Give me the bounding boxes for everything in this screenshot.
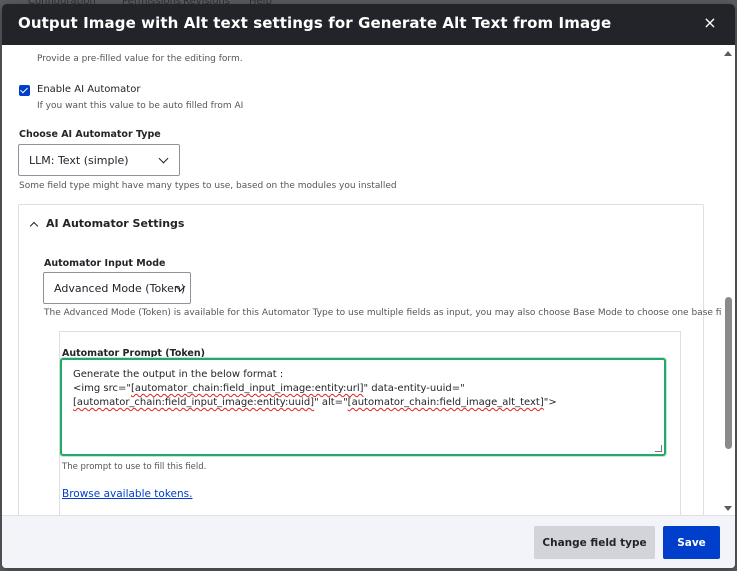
prompt-text: <img src=" [73,383,132,394]
chevron-down-icon [158,153,169,164]
automator-type-help: Some field type might have many types to… [19,181,397,191]
scroll-up-icon[interactable] [724,51,732,56]
settings-dialog: Output Image with Alt text settings for … [2,4,735,568]
ai-automator-settings-summary[interactable]: AI Automator Settings [46,217,184,230]
enable-automator-checkbox[interactable] [19,85,30,96]
automator-prompt-help: The prompt to use to fill this field. [62,462,207,472]
change-field-type-button[interactable]: Change field type [534,526,655,559]
prefill-help-text: Provide a pre-filled value for the editi… [37,54,243,64]
automator-prompt-textarea[interactable]: Generate the output in the below format … [60,358,666,456]
scrollbar-thumb[interactable] [725,297,732,449]
enable-automator-label[interactable]: Enable AI Automator [37,84,140,95]
chevron-up-icon[interactable] [29,221,39,231]
input-mode-select[interactable]: Advanced Mode (Token) [43,272,191,304]
prompt-token: [automator_chain:field_input_image:entit… [131,383,364,394]
automator-prompt-wrapper: Automator Prompt (Token) Generate the ou… [59,331,681,515]
enable-automator-help: If you want this value to be auto filled… [37,101,244,111]
close-icon[interactable]: × [701,14,719,32]
input-mode-label: Automator Input Mode [44,258,166,269]
prompt-token: [automator_chain:field_input_image:entit… [73,397,315,408]
automator-type-label: Choose AI Automator Type [19,129,161,140]
automator-type-value: LLM: Text (simple) [29,154,129,167]
prompt-token: [automator_chain:field_image_alt_text] [347,397,544,408]
dialog-footer: Change field type Save [2,515,735,568]
prompt-text: "> [543,397,557,408]
browse-tokens-link[interactable]: Browse available tokens. [62,488,192,500]
prompt-line-2: <img src="[automator_chain:field_input_i… [73,382,653,396]
content-scrollbar[interactable] [721,45,735,515]
prompt-line-3: [automator_chain:field_input_image:entit… [73,396,653,410]
prompt-text: " alt=" [314,397,348,408]
dialog-title: Output Image with Alt text settings for … [18,14,612,32]
dialog-titlebar: Output Image with Alt text settings for … [2,4,735,45]
resize-handle-icon[interactable] [655,445,662,452]
input-mode-help: The Advanced Mode (Token) is available f… [44,308,721,318]
input-mode-value: Advanced Mode (Token) [54,282,186,295]
automator-type-select[interactable]: LLM: Text (simple) [18,144,180,176]
ai-automator-settings-details: AI Automator Settings Automator Input Mo… [18,204,721,515]
prompt-text: " data-entity-uuid=" [363,383,465,394]
scroll-down-icon[interactable] [724,506,732,511]
prompt-line-1: Generate the output in the below format … [73,369,284,380]
save-button[interactable]: Save [663,526,720,559]
dialog-content: Provide a pre-filled value for the editi… [2,45,721,515]
